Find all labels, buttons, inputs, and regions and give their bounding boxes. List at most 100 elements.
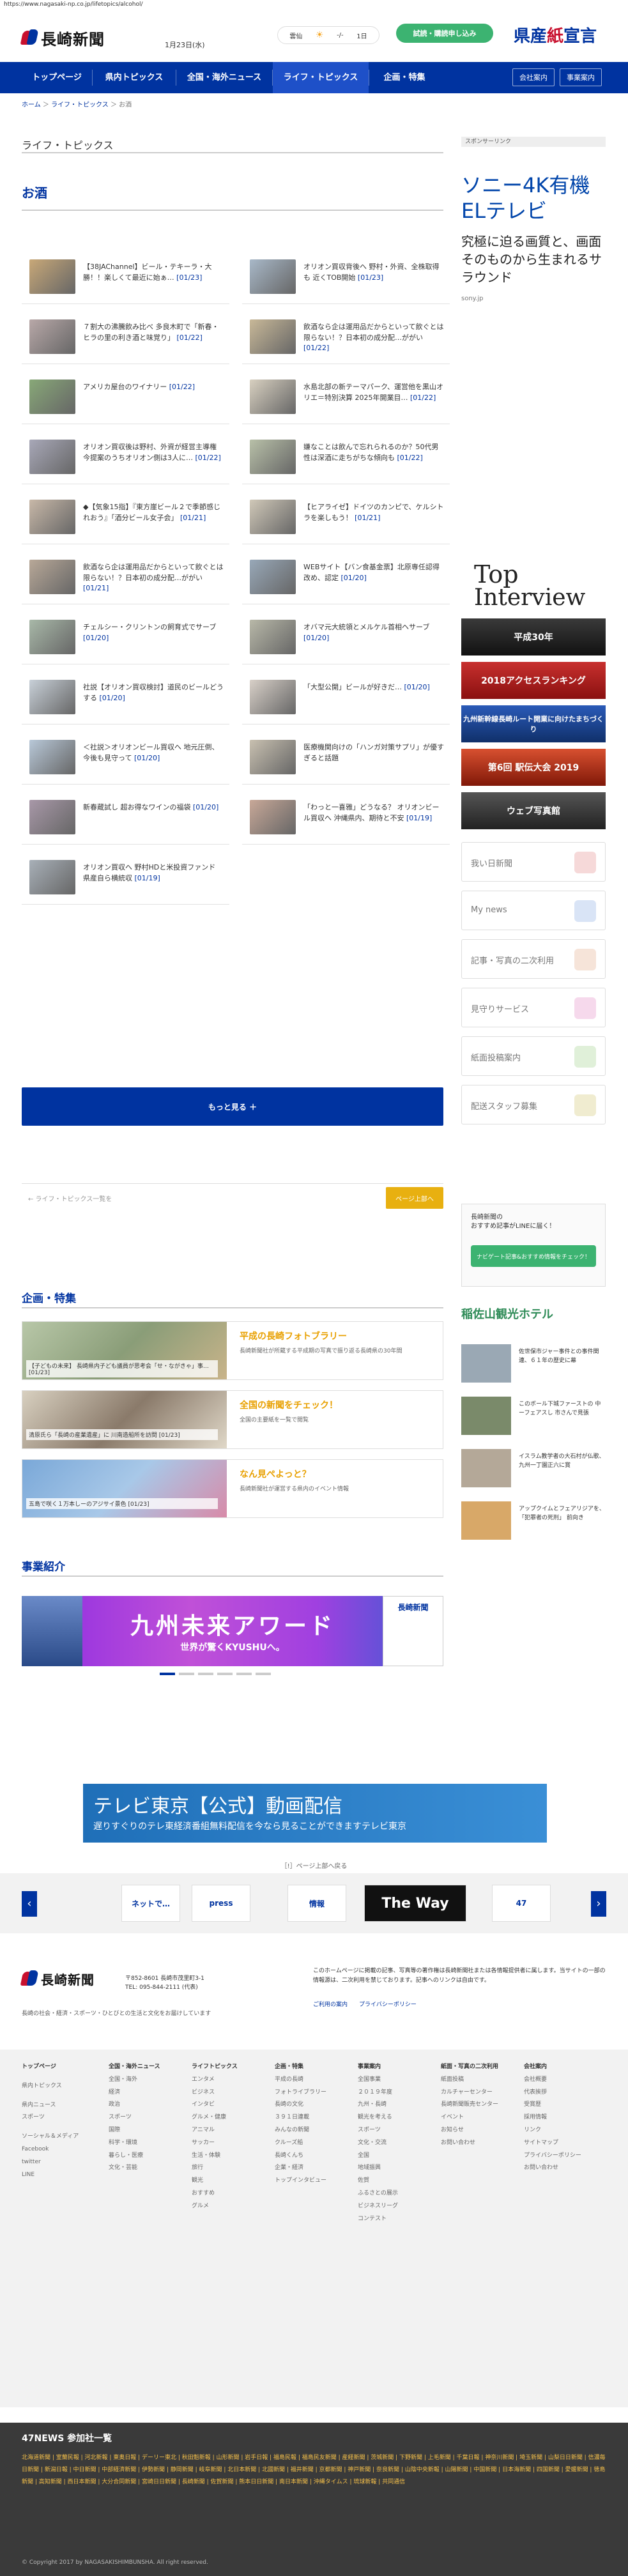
side-news-row[interactable]: アップクイムとフェアリジアを、「犯罪者の死刑」 前向き: [461, 1501, 606, 1547]
sitemap-link[interactable]: 地域振興: [358, 2162, 434, 2175]
sitemap-link[interactable]: スポーツ: [358, 2124, 434, 2137]
sitemap-heading[interactable]: トップページ: [22, 2061, 98, 2074]
sitemap-link[interactable]: 県内ニュース: [22, 2099, 98, 2112]
article-item[interactable]: 医療機関向けの「ハンガ対策サプリ」が優すぎると話題: [242, 732, 450, 785]
sitemap-link[interactable]: 会社概要: [524, 2074, 601, 2087]
sitemap-link[interactable]: ふるさとの展示: [358, 2188, 434, 2200]
sitemap-link[interactable]: 全国事業: [358, 2074, 434, 2087]
article-item[interactable]: 【38JAChannel】ビール・テキーラ・大勝！！楽しくて最近に始ぁ… [01…: [22, 252, 229, 304]
sitemap-link[interactable]: イベント: [441, 2112, 517, 2124]
article-item[interactable]: ７割大の沸騰飲み比べ 多良木町で「新春・ヒラの里の利き酒と味覚り」 [01/22…: [22, 312, 229, 364]
nav-features[interactable]: 企画・特集: [369, 62, 440, 93]
article-item[interactable]: 嫌なことは飲んで忘れられるのか？50代男性は深酒に走ちがちな傾向も [01/22…: [242, 432, 450, 484]
sitemap-link[interactable]: コンテスト: [358, 2213, 434, 2226]
sitemap-link[interactable]: お問い合わせ: [524, 2162, 601, 2175]
nav-national-news[interactable]: 全国・海外ニュース: [176, 62, 272, 93]
sitemap-link[interactable]: 企業・経済: [275, 2162, 351, 2175]
sitemap-link[interactable]: 全国: [358, 2150, 434, 2163]
sitemap-link[interactable]: 経済: [109, 2087, 185, 2099]
article-item[interactable]: オバマ元大統領とメルケル首相ヘサーブ [01/20]: [242, 612, 450, 664]
side-card[interactable]: 記事・写真の二次利用: [461, 939, 606, 979]
feature-card[interactable]: 【子どもの未来】 長崎県内子ども議員が思考会「せ・ながきゃ」事… [01/23]…: [22, 1321, 443, 1380]
sitemap-link[interactable]: アニマル: [192, 2124, 268, 2137]
sitemap-link[interactable]: LINE: [22, 2169, 98, 2182]
side-banner[interactable]: 第6回 駅伝大会 2019: [461, 749, 606, 786]
nav-top[interactable]: トップページ: [22, 62, 92, 93]
sitemap-link[interactable]: サイトマップ: [524, 2137, 601, 2150]
side-card[interactable]: My news: [461, 891, 606, 930]
hotel-banner[interactable]: 稲佐山観光ホテル: [461, 1300, 606, 1328]
sitemap-link[interactable]: 科学・環境: [109, 2137, 185, 2150]
page-top-button[interactable]: ページ上部へ: [386, 1187, 443, 1209]
sitemap-link[interactable]: 文化・芸能: [109, 2162, 185, 2175]
sitemap-link[interactable]: カルチャーセンター: [441, 2087, 517, 2099]
sitemap-heading[interactable]: 紙面・写真の二次利用: [441, 2061, 517, 2074]
sitemap-link[interactable]: 観光を考える: [358, 2112, 434, 2124]
sitemap-link[interactable]: 佐賀: [358, 2175, 434, 2188]
article-item[interactable]: ◆【気象15指】『東方崖ビール２で季節感じれおう』「酒分ビール女子会」 [01/…: [22, 492, 229, 544]
carousel-item[interactable]: 47: [492, 1885, 551, 1922]
sitemap-link[interactable]: 文化・交流: [358, 2137, 434, 2150]
carousel-item[interactable]: ネットで…: [121, 1885, 180, 1922]
article-item[interactable]: 飲酒なら企は運用品だからといって飲ぐとは限らない！？日本初の成分配…ががい [0…: [242, 312, 450, 364]
sitemap-link[interactable]: ソーシャル＆メディア: [22, 2131, 98, 2143]
carousel-item[interactable]: press: [192, 1885, 250, 1922]
sitemap-link[interactable]: インタビ: [192, 2099, 268, 2112]
back-to-list-link[interactable]: ← ライフ・トピックス一覧を: [28, 1193, 112, 1203]
sitemap-link[interactable]: クルーズ船: [275, 2137, 351, 2150]
sitemap-link[interactable]: 暮らし・医療: [109, 2150, 185, 2163]
sitemap-heading[interactable]: 全国・海外ニュース: [109, 2061, 185, 2074]
sitemap-link[interactable]: ビジネスリーグ: [358, 2200, 434, 2213]
sitemap-link[interactable]: 代表挨拶: [524, 2087, 601, 2099]
sitemap-link[interactable]: エンタメ: [192, 2074, 268, 2087]
article-item[interactable]: オリオン買収後は野村、外資が経営主導権 今提案のうちオリオン側は3人に… [01…: [22, 432, 229, 484]
crumb-life[interactable]: ライフ・トピックス: [51, 102, 109, 109]
chevron-right-icon[interactable]: ›: [591, 1891, 606, 1917]
sitemap-link[interactable]: グルメ・健康: [192, 2112, 268, 2124]
site-logo[interactable]: 長崎新聞: [20, 26, 118, 49]
sitemap-heading[interactable]: ライフトピックス: [192, 2061, 268, 2074]
business-info-button[interactable]: 事業案内: [560, 68, 602, 86]
sitemap-link[interactable]: 紙面投稿: [441, 2074, 517, 2087]
footer-link[interactable]: ご利用の案内: [313, 2002, 348, 2008]
chevron-left-icon[interactable]: ‹: [22, 1891, 37, 1917]
sitemap-link[interactable]: 旅行: [192, 2162, 268, 2175]
kensan-banner[interactable]: 県産紙宣言: [502, 22, 608, 47]
sitemap-link[interactable]: 観光: [192, 2175, 268, 2188]
line-button[interactable]: ナビゲート記事&おすすめ情報をチェック！: [471, 1245, 596, 1267]
sitemap-link[interactable]: おすすめ: [192, 2188, 268, 2200]
sitemap-link[interactable]: スポーツ: [109, 2112, 185, 2124]
article-item[interactable]: アメリカ屋台のワイナリー [01/22]: [22, 372, 229, 424]
carousel-dots[interactable]: [160, 1673, 287, 1676]
more-button[interactable]: もっと見る ＋: [22, 1087, 443, 1126]
article-item[interactable]: 社説【オリオン買収検討】道民のビールどうする [01/20]: [22, 672, 229, 724]
sitemap-link[interactable]: グルメ: [192, 2200, 268, 2213]
sitemap-link[interactable]: 生活・体験: [192, 2150, 268, 2163]
side-card[interactable]: 配送スタッフ募集: [461, 1085, 606, 1124]
carousel-item[interactable]: The Way: [364, 1885, 466, 1922]
article-item[interactable]: 新春蔵試し 超お得なワインの福袋 [01/20]: [22, 792, 229, 845]
article-item[interactable]: 飲酒なら企は運用品だからといって飲ぐとは限らない！？日本初の成分配…ががい [0…: [22, 552, 229, 604]
sitemap-link[interactable]: プライバシーポリシー: [524, 2150, 601, 2163]
line-promo[interactable]: 長崎新聞の おすすめ記事がLINEに届く！ ナビゲート記事&おすすめ情報をチェッ…: [461, 1204, 606, 1287]
sitemap-link[interactable]: お知らせ: [441, 2124, 517, 2137]
crumb-home[interactable]: ホーム: [22, 102, 41, 109]
sitemap-link[interactable]: 受賞歴: [524, 2099, 601, 2112]
side-news-row[interactable]: 佐世保市ジャー事件との事件関連、６１年の歴史に幕: [461, 1344, 606, 1390]
business-banner[interactable]: 九州未来アワード 世界が驚くKYUSHUへ。 長崎新聞: [22, 1596, 443, 1666]
article-item[interactable]: 水島北部の新テーマパーク、運営他を黒山オリエ＝特別決算 2025年開業目… [0…: [242, 372, 450, 424]
sitemap-heading[interactable]: 事業案内: [358, 2061, 434, 2074]
nav-life-topics[interactable]: ライフ・トピックス: [273, 62, 369, 93]
sitemap-link[interactable]: 長崎くんち: [275, 2150, 351, 2163]
article-item[interactable]: WEBサイト【バン食基金票】北原専任認得改め、認定 [01/20]: [242, 552, 450, 604]
sitemap-heading[interactable]: 会社案内: [524, 2061, 601, 2074]
article-item[interactable]: チェルシー・クリントンの飼育式でサーブ [01/20]: [22, 612, 229, 664]
sitemap-link[interactable]: スポーツ: [22, 2112, 98, 2124]
side-banner[interactable]: 九州新幹線長崎ルート開業に向けたまちづくり: [461, 705, 606, 742]
tv-tokyo-ad[interactable]: テレビ東京【公式】動画配信 遅りすぐりのテレ東経済番組無料配信を今なら見ることが…: [83, 1784, 547, 1843]
article-item[interactable]: 「わっと一喜雅」どうなる？ オリオンビール買収へ 沖縄県内、期待と不安 [01/…: [242, 792, 450, 845]
sitemap-link[interactable]: ビジネス: [192, 2087, 268, 2099]
side-banner[interactable]: 平成30年: [461, 618, 606, 656]
sony-ad[interactable]: ソニー4K有機ELテレビ 究極に迫る画質と、画面そのものから生まれるサラウンド …: [461, 172, 606, 402]
company-info-button[interactable]: 会社案内: [512, 68, 555, 86]
